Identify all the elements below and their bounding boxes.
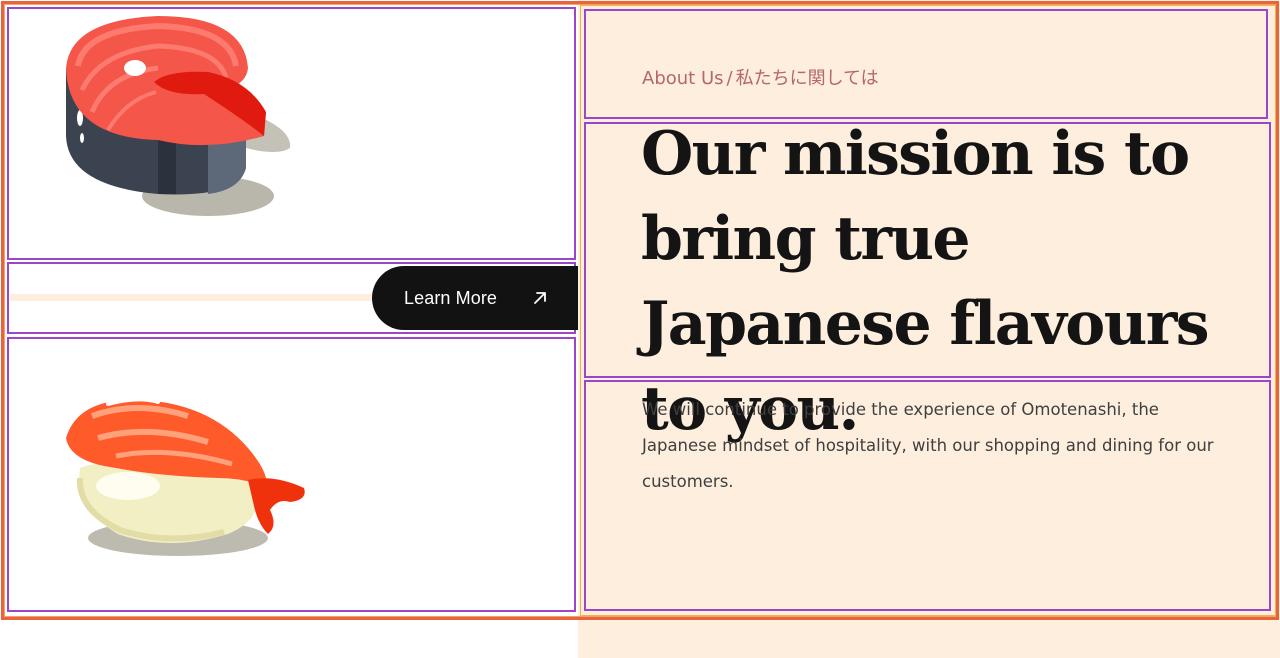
right-column-frame bbox=[580, 5, 1276, 616]
